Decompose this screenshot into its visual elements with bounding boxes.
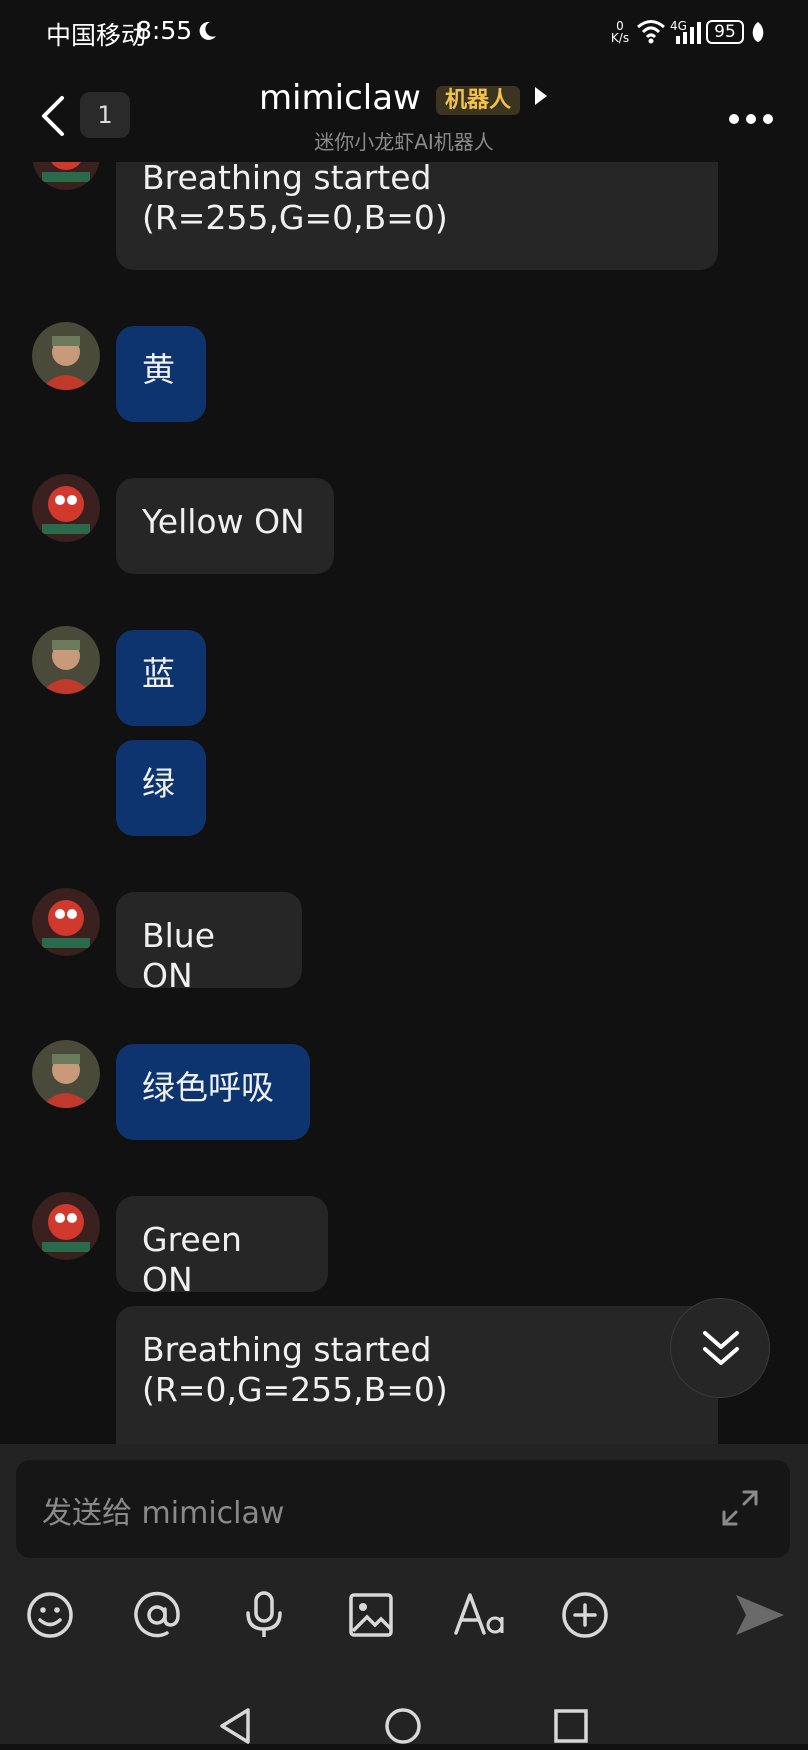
text-format-icon[interactable]	[452, 1587, 508, 1643]
plus-icon[interactable]	[557, 1587, 613, 1643]
composer: 发送给 mimiclaw	[0, 1444, 808, 1744]
message-bubble[interactable]: 绿色呼吸	[116, 1044, 310, 1140]
double-chevron-down-icon	[699, 1329, 743, 1373]
message-bubble[interactable]: 蓝	[116, 630, 206, 726]
clock: 8:55	[136, 16, 193, 45]
robot-tag: 机器人	[435, 86, 520, 115]
chat-name: mimiclaw	[258, 78, 421, 118]
nav-recents-icon[interactable]	[551, 1706, 591, 1750]
message-text: Green ON	[142, 1220, 242, 1299]
user-avatar[interactable]	[32, 322, 100, 390]
message-bubble[interactable]: 绿	[116, 740, 206, 836]
user-avatar[interactable]	[32, 626, 100, 694]
scroll-to-bottom-button[interactable]	[670, 1298, 770, 1398]
message-bubble[interactable]: Green ON	[116, 1196, 328, 1299]
more-options-icon[interactable]	[728, 110, 774, 129]
bot-avatar[interactable]	[32, 474, 100, 542]
nav-back-icon[interactable]	[216, 1706, 256, 1750]
nav-home-icon[interactable]	[383, 1706, 423, 1750]
message-bubble[interactable]: Yellow ON	[116, 478, 334, 574]
message-bubble[interactable]: 黄	[116, 326, 206, 422]
message-text: 绿色呼吸	[142, 1068, 274, 1107]
message-bubble[interactable]: Blue ON	[116, 892, 302, 995]
leaf-icon	[750, 20, 766, 48]
status-bar: 中国移动 8:55 0 K/s 4G 95	[0, 0, 808, 64]
battery-indicator: 95	[706, 20, 744, 44]
message-text: 绿	[142, 764, 175, 803]
message-text: 黄	[142, 350, 175, 389]
bot-avatar[interactable]	[32, 888, 100, 956]
message-text: Breathing started	[142, 158, 432, 197]
message-input[interactable]: 发送给 mimiclaw	[16, 1460, 790, 1558]
emoji-icon[interactable]	[22, 1587, 78, 1643]
play-arrow-icon	[533, 87, 549, 111]
message-text: Breathing started	[142, 1330, 432, 1369]
at-icon[interactable]	[129, 1587, 185, 1643]
send-icon[interactable]	[732, 1587, 788, 1643]
expand-icon[interactable]	[720, 1488, 760, 1532]
message-text: 蓝	[142, 654, 175, 693]
user-avatar[interactable]	[32, 1040, 100, 1108]
message-text: (R=0,G=255,B=0)	[142, 1370, 448, 1409]
wifi-icon	[636, 18, 666, 48]
message-text: Yellow ON	[142, 502, 305, 541]
bot-avatar[interactable]	[32, 1192, 100, 1260]
chat-subtitle: 迷你小龙虾AI机器人	[314, 130, 494, 154]
input-placeholder: 发送给 mimiclaw	[42, 1496, 285, 1531]
microphone-icon[interactable]	[236, 1587, 292, 1643]
moon-icon	[196, 20, 218, 46]
chat-header: 1 mimiclaw 机器人 迷你小龙虾AI机器人	[0, 64, 808, 162]
network-speed: 0 K/s	[610, 19, 630, 45]
chat-title-row[interactable]: mimiclaw 机器人	[0, 78, 808, 118]
message-text: (R=255,G=0,B=0)	[142, 198, 448, 237]
message-text: Blue ON	[142, 916, 216, 995]
carrier-label: 中国移动	[46, 21, 147, 50]
signal-icon	[674, 22, 702, 48]
message-bubble[interactable]: Breathing started (R=0,G=255,B=0)	[116, 1306, 718, 1446]
image-icon[interactable]	[343, 1587, 399, 1643]
